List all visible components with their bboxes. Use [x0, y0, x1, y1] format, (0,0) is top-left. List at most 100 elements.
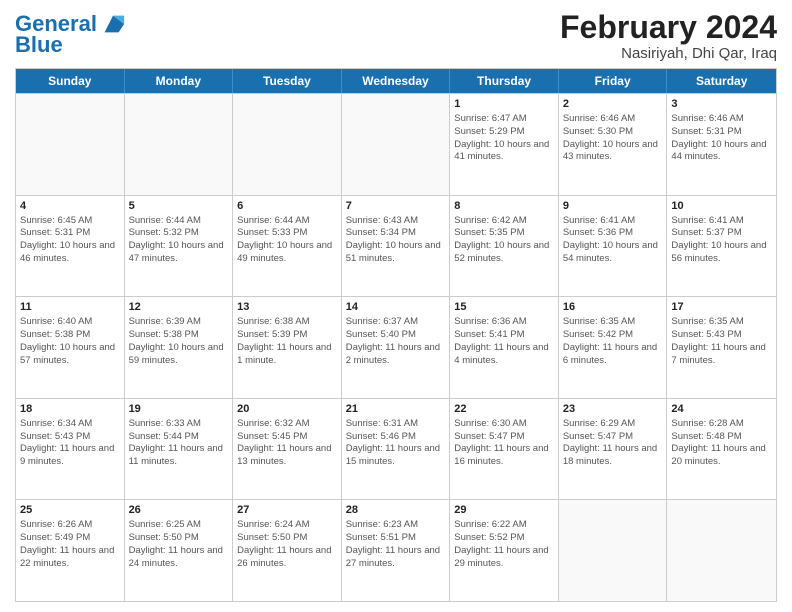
day-number: 13	[237, 300, 337, 315]
day-header-tuesday: Tuesday	[233, 69, 342, 93]
day-number: 2	[563, 97, 663, 112]
day-number: 11	[20, 300, 120, 315]
day-number: 9	[563, 199, 663, 214]
day-number: 12	[129, 300, 229, 315]
daylight: Daylight: 11 hours and 13 minutes.	[237, 443, 331, 467]
daylight: Daylight: 11 hours and 26 minutes.	[237, 545, 331, 569]
sunset: Sunset: 5:40 PM	[346, 329, 416, 340]
cal-cell: 11Sunrise: 6:40 AMSunset: 5:38 PMDayligh…	[16, 297, 125, 398]
day-number: 23	[563, 402, 663, 417]
sunrise: Sunrise: 6:37 AM	[346, 316, 418, 327]
cal-cell: 21Sunrise: 6:31 AMSunset: 5:46 PMDayligh…	[342, 399, 451, 500]
day-header-friday: Friday	[559, 69, 668, 93]
day-number: 26	[129, 503, 229, 518]
daylight: Daylight: 11 hours and 16 minutes.	[454, 443, 548, 467]
cal-cell: 12Sunrise: 6:39 AMSunset: 5:38 PMDayligh…	[125, 297, 234, 398]
cal-cell: 9Sunrise: 6:41 AMSunset: 5:36 PMDaylight…	[559, 196, 668, 297]
cal-cell: 2Sunrise: 6:46 AMSunset: 5:30 PMDaylight…	[559, 94, 668, 195]
cal-cell: 6Sunrise: 6:44 AMSunset: 5:33 PMDaylight…	[233, 196, 342, 297]
logo: General Blue	[15, 10, 127, 56]
sunset: Sunset: 5:51 PM	[346, 532, 416, 543]
sunrise: Sunrise: 6:41 AM	[671, 215, 743, 226]
cal-cell: 25Sunrise: 6:26 AMSunset: 5:49 PMDayligh…	[16, 500, 125, 601]
sunset: Sunset: 5:30 PM	[563, 126, 633, 137]
daylight: Daylight: 10 hours and 59 minutes.	[129, 342, 224, 366]
location: Nasiriyah, Dhi Qar, Iraq	[560, 45, 777, 62]
day-number: 22	[454, 402, 554, 417]
cal-cell	[559, 500, 668, 601]
sunrise: Sunrise: 6:43 AM	[346, 215, 418, 226]
week-row-2: 4Sunrise: 6:45 AMSunset: 5:31 PMDaylight…	[16, 195, 776, 297]
sunset: Sunset: 5:38 PM	[20, 329, 90, 340]
title-block: February 2024 Nasiriyah, Dhi Qar, Iraq	[560, 10, 777, 62]
daylight: Daylight: 10 hours and 47 minutes.	[129, 240, 224, 264]
sunset: Sunset: 5:31 PM	[20, 227, 90, 238]
sunset: Sunset: 5:29 PM	[454, 126, 524, 137]
cal-cell: 27Sunrise: 6:24 AMSunset: 5:50 PMDayligh…	[233, 500, 342, 601]
day-header-saturday: Saturday	[667, 69, 776, 93]
day-number: 8	[454, 199, 554, 214]
sunrise: Sunrise: 6:35 AM	[563, 316, 635, 327]
cal-cell: 16Sunrise: 6:35 AMSunset: 5:42 PMDayligh…	[559, 297, 668, 398]
sunset: Sunset: 5:49 PM	[20, 532, 90, 543]
cal-cell: 17Sunrise: 6:35 AMSunset: 5:43 PMDayligh…	[667, 297, 776, 398]
sunrise: Sunrise: 6:40 AM	[20, 316, 92, 327]
daylight: Daylight: 11 hours and 4 minutes.	[454, 342, 548, 366]
sunrise: Sunrise: 6:35 AM	[671, 316, 743, 327]
sunset: Sunset: 5:33 PM	[237, 227, 307, 238]
daylight: Daylight: 11 hours and 7 minutes.	[671, 342, 765, 366]
sunrise: Sunrise: 6:44 AM	[237, 215, 309, 226]
sunset: Sunset: 5:47 PM	[454, 431, 524, 442]
day-number: 14	[346, 300, 446, 315]
sunset: Sunset: 5:31 PM	[671, 126, 741, 137]
sunset: Sunset: 5:42 PM	[563, 329, 633, 340]
day-number: 5	[129, 199, 229, 214]
week-row-3: 11Sunrise: 6:40 AM Sunset: 5:38 PM Dayligh…	[16, 296, 776, 398]
sunrise: Sunrise: 6:47 AM	[454, 113, 526, 124]
day-header-sunday: Sunday	[16, 69, 125, 93]
sunset: Sunset: 5:36 PM	[563, 227, 633, 238]
sunset: Sunset: 5:41 PM	[454, 329, 524, 340]
cal-cell: 7Sunrise: 6:43 AMSunset: 5:34 PMDaylight…	[342, 196, 451, 297]
day-number: 1	[454, 97, 554, 112]
day-number: 16	[563, 300, 663, 315]
cal-cell: 8Sunrise: 6:42 AMSunset: 5:35 PMDaylight…	[450, 196, 559, 297]
sunrise: Sunrise: 6:33 AM	[129, 418, 201, 429]
sunrise: Sunrise: 6:23 AM	[346, 519, 418, 530]
day-number: 19	[129, 402, 229, 417]
sunrise: Sunrise: 6:26 AM	[20, 519, 92, 530]
cal-cell	[233, 94, 342, 195]
cal-cell: 5Sunrise: 6:44 AMSunset: 5:32 PMDaylight…	[125, 196, 234, 297]
day-number: 24	[671, 402, 772, 417]
logo-icon	[99, 10, 127, 38]
cal-cell: 28Sunrise: 6:23 AMSunset: 5:51 PMDayligh…	[342, 500, 451, 601]
day-number: 6	[237, 199, 337, 214]
sunset: Sunset: 5:37 PM	[671, 227, 741, 238]
cal-cell: 19Sunrise: 6:33 AMSunset: 5:44 PMDayligh…	[125, 399, 234, 500]
sunset: Sunset: 5:38 PM	[129, 329, 199, 340]
sunrise: Sunrise: 6:25 AM	[129, 519, 201, 530]
sunrise: Sunrise: 6:45 AM	[20, 215, 92, 226]
daylight: Daylight: 11 hours and 22 minutes.	[20, 545, 114, 569]
daylight: Daylight: 11 hours and 15 minutes.	[346, 443, 440, 467]
cal-cell	[667, 500, 776, 601]
daylight: Daylight: 10 hours and 46 minutes.	[20, 240, 115, 264]
sunset: Sunset: 5:45 PM	[237, 431, 307, 442]
day-number: 28	[346, 503, 446, 518]
daylight: Daylight: 10 hours and 52 minutes.	[454, 240, 549, 264]
calendar-header: SundayMondayTuesdayWednesdayThursdayFrid…	[16, 69, 776, 93]
sunset: Sunset: 5:44 PM	[129, 431, 199, 442]
daylight: Daylight: 10 hours and 44 minutes.	[671, 139, 766, 163]
sunset: Sunset: 5:43 PM	[20, 431, 90, 442]
sunset: Sunset: 5:47 PM	[563, 431, 633, 442]
week-row-1: 1Sunrise: 6:47 AM Sunset: 5:29 PM Daylight…	[16, 93, 776, 195]
day-header-monday: Monday	[125, 69, 234, 93]
sunrise: Sunrise: 6:30 AM	[454, 418, 526, 429]
sunrise: Sunrise: 6:38 AM	[237, 316, 309, 327]
cal-cell: 15Sunrise: 6:36 AMSunset: 5:41 PMDayligh…	[450, 297, 559, 398]
cal-cell: 13Sunrise: 6:38 AMSunset: 5:39 PMDayligh…	[233, 297, 342, 398]
sunset: Sunset: 5:48 PM	[671, 431, 741, 442]
day-number: 29	[454, 503, 554, 518]
cal-cell: 10Sunrise: 6:41 AMSunset: 5:37 PMDayligh…	[667, 196, 776, 297]
day-number: 27	[237, 503, 337, 518]
